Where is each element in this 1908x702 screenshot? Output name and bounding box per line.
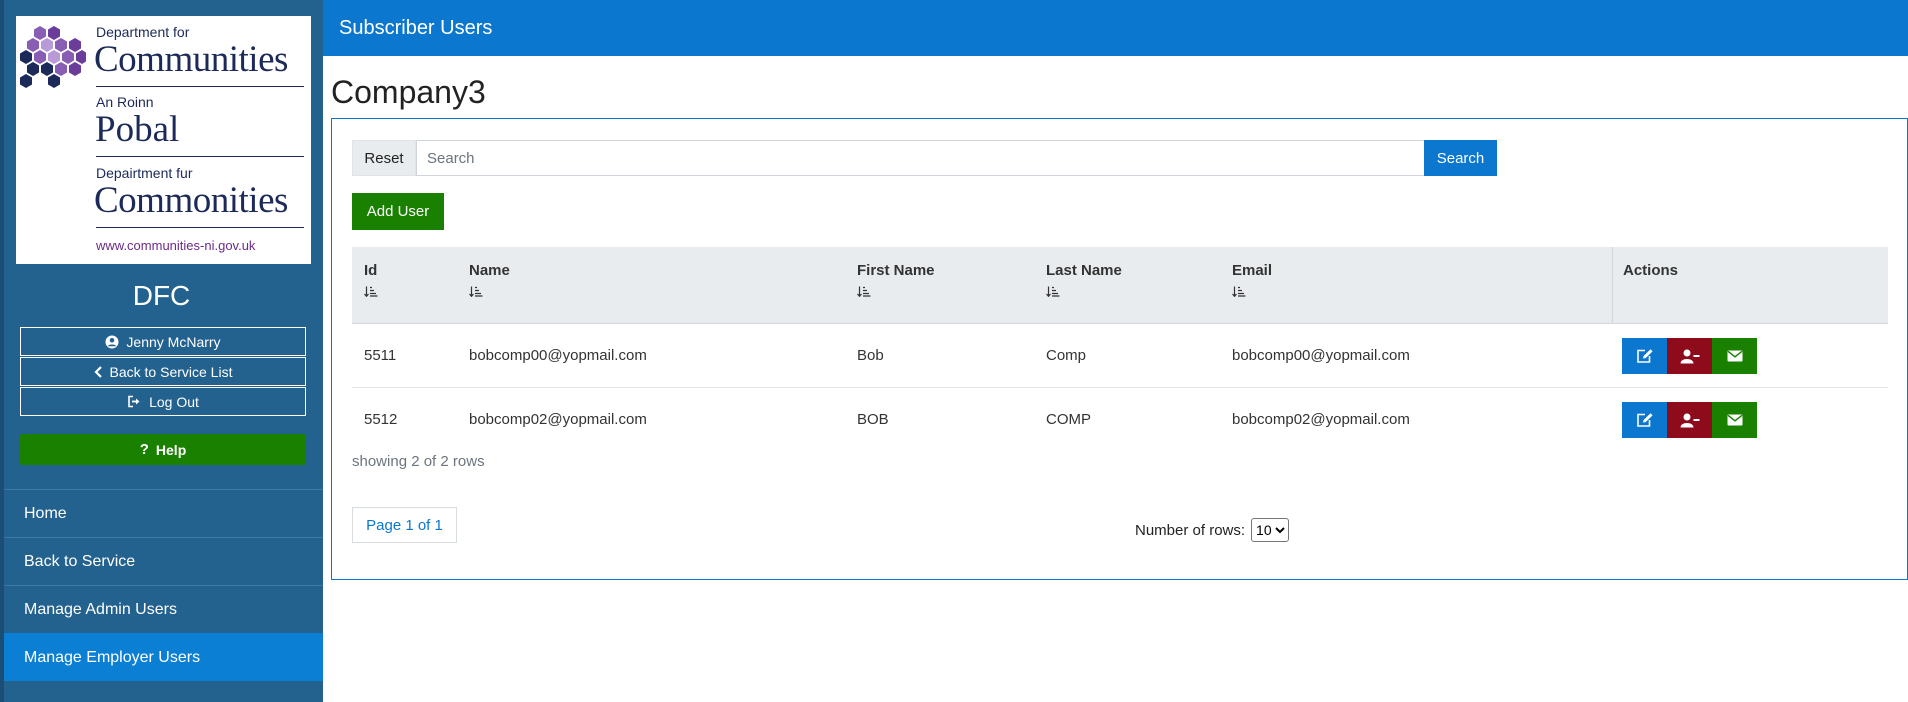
sign-out-icon: [128, 395, 140, 408]
logout-label: Log Out: [149, 393, 199, 410]
column-header-id[interactable]: Id: [364, 262, 378, 297]
rows-count-text: showing 2 of 2 rows: [352, 453, 485, 470]
column-header-label: Last Name: [1046, 262, 1122, 279]
users-panel: Reset Search Add User Id Name First Name: [331, 118, 1908, 580]
logo-divider: [96, 156, 304, 157]
column-header-label: First Name: [857, 262, 935, 279]
rows-per-page: Number of rows: 10: [1135, 518, 1290, 542]
email-user-button[interactable]: [1712, 402, 1757, 438]
hexagon-logo-icon: [20, 26, 86, 88]
sidebar-item-manage-admin-users[interactable]: Manage Admin Users: [4, 585, 323, 633]
reset-button[interactable]: Reset: [352, 140, 416, 176]
sidebar-item-label: Manage Admin Users: [24, 600, 177, 618]
help-label: Help: [155, 441, 187, 458]
sidebar-item-back-to-service[interactable]: Back to Service: [4, 537, 323, 585]
cell-first-name: BOB: [857, 411, 889, 428]
cell-last-name: Comp: [1046, 347, 1087, 364]
rows-per-page-select[interactable]: 10: [1251, 518, 1290, 542]
logo-divider: [96, 86, 304, 87]
rows-per-page-label: Number of rows:: [1135, 521, 1246, 539]
edit-icon: [1636, 413, 1653, 427]
search-button[interactable]: Search: [1424, 140, 1497, 176]
sidebar: Department for Communities An Roinn Poba…: [0, 0, 323, 702]
user-name: Jenny McNarry: [126, 333, 221, 350]
logout-button[interactable]: Log Out: [20, 387, 306, 416]
column-header-label: Id: [364, 262, 378, 279]
column-header-label: Name: [469, 262, 510, 279]
sidebar-item-label: Manage Employer Users: [24, 648, 201, 666]
edit-icon: [1636, 349, 1653, 363]
table-row: 5511 bobcomp00@yopmail.com Bob Comp bobc…: [352, 324, 1888, 388]
sort-icon: [1232, 286, 1246, 297]
sort-icon: [1046, 286, 1060, 297]
cell-name: bobcomp00@yopmail.com: [469, 347, 647, 364]
add-user-button[interactable]: Add User: [352, 193, 444, 230]
column-header-label: Email: [1232, 262, 1273, 279]
table-header: Id Name First Name Last Name Email Actio…: [352, 247, 1888, 324]
column-divider: [1612, 247, 1613, 323]
search-input[interactable]: [416, 140, 1456, 176]
page-title: Company3: [331, 74, 486, 110]
logo-text-line2: Communities: [94, 39, 288, 80]
column-header-name[interactable]: Name: [469, 262, 510, 297]
column-header-last-name[interactable]: Last Name: [1046, 262, 1122, 297]
sidebar-nav: Home Back to Service Manage Admin Users …: [4, 489, 323, 681]
question-icon: ?: [139, 441, 149, 458]
envelope-icon: [1727, 414, 1742, 426]
header-title: Subscriber Users: [339, 16, 493, 39]
envelope-icon: [1727, 350, 1742, 362]
logo-divider: [96, 227, 304, 228]
sort-icon: [857, 286, 871, 297]
sort-icon: [469, 286, 483, 297]
column-header-label: Actions: [1623, 262, 1679, 279]
logo-text-line6: Commonities: [94, 180, 288, 221]
user-minus-icon: [1680, 349, 1699, 363]
edit-user-button[interactable]: [1622, 338, 1667, 374]
email-user-button[interactable]: [1712, 338, 1757, 374]
column-header-first-name[interactable]: First Name: [857, 262, 935, 297]
cell-name: bobcomp02@yopmail.com: [469, 411, 647, 428]
cell-email: bobcomp00@yopmail.com: [1232, 347, 1410, 364]
logo-url: www.communities-ni.gov.uk: [96, 238, 256, 253]
cell-email: bobcomp02@yopmail.com: [1232, 411, 1410, 428]
remove-user-button[interactable]: [1667, 338, 1712, 374]
chevron-left-icon: [93, 365, 102, 378]
remove-user-button[interactable]: [1667, 402, 1712, 438]
user-profile-button[interactable]: Jenny McNarry: [20, 327, 306, 356]
cell-id: 5512: [364, 411, 398, 428]
column-header-actions: Actions: [1623, 262, 1678, 279]
help-button[interactable]: ? Help: [20, 434, 306, 465]
users-table: Id Name First Name Last Name Email Actio…: [352, 247, 1888, 451]
sort-icon: [364, 286, 378, 297]
table-row: 5512 bobcomp02@yopmail.com BOB COMP bobc…: [352, 388, 1888, 451]
cell-last-name: COMP: [1046, 411, 1091, 428]
department-logo: Department for Communities An Roinn Poba…: [16, 16, 311, 264]
sidebar-item-home[interactable]: Home: [4, 489, 323, 537]
sidebar-item-manage-employer-users[interactable]: Manage Employer Users: [4, 633, 323, 681]
page-indicator-button[interactable]: Page 1 of 1: [352, 507, 457, 543]
cell-id: 5511: [364, 347, 397, 364]
cell-first-name: Bob: [857, 347, 884, 364]
back-to-service-list-button[interactable]: Back to Service List: [20, 357, 306, 386]
header-bar: Subscriber Users: [323, 0, 1908, 56]
sidebar-item-label: Home: [24, 504, 67, 522]
user-minus-icon: [1680, 413, 1699, 427]
column-header-email[interactable]: Email: [1232, 262, 1272, 297]
sidebar-item-label: Back to Service: [24, 552, 136, 570]
back-to-service-list-label: Back to Service List: [109, 363, 233, 380]
org-name: DFC: [132, 280, 191, 311]
logo-text-line4: Pobal: [95, 109, 180, 150]
edit-user-button[interactable]: [1622, 402, 1667, 438]
user-circle-icon: [105, 335, 119, 348]
